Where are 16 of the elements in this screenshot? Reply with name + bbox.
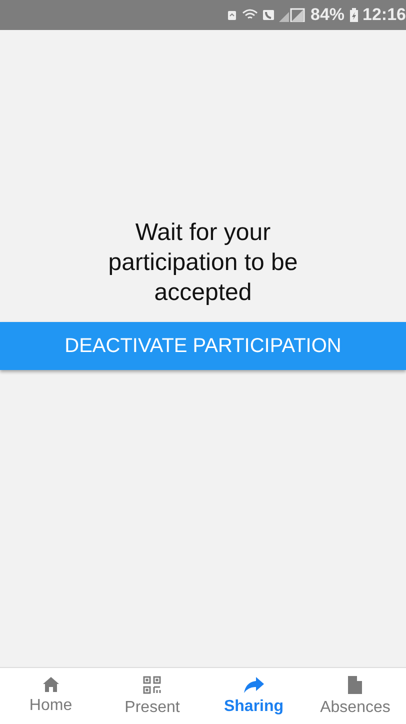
signal-icon (279, 8, 306, 22)
phone-icon (263, 9, 274, 21)
battery-percentage: 84% (310, 5, 345, 25)
nav-tab[interactable]: Home (0, 668, 102, 724)
share-arrow-icon (244, 676, 264, 692)
nav-tab[interactable]: Absences (304, 668, 406, 724)
waiting-message: Wait for your participation to be accepted (107, 218, 299, 308)
clock-time: 12:16 (362, 5, 406, 25)
nav-tab[interactable]: Present (102, 668, 203, 724)
wifi-icon (242, 9, 258, 21)
deactivate-participation-button[interactable]: DEACTIVATE PARTICIPATION (0, 322, 406, 370)
document-icon (348, 676, 362, 694)
qr-code-icon (143, 676, 162, 694)
home-icon (42, 677, 59, 692)
battery-charging-icon (350, 8, 358, 22)
nav-tab[interactable]: Sharing (203, 668, 304, 724)
